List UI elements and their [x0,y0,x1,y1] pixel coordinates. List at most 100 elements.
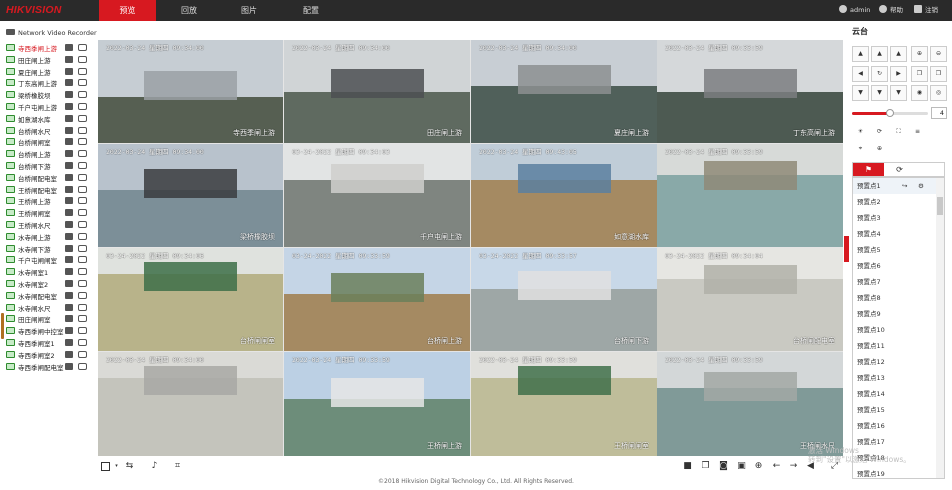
camera-item[interactable]: 田庄闸上游 [6,54,96,65]
record-toggle-icon[interactable] [65,256,73,264]
preset-item[interactable]: 预置点2 [853,194,937,210]
playback-toggle-icon[interactable] [78,280,87,287]
ptz-down-button[interactable]: ▼ [871,85,888,101]
record-toggle-icon[interactable] [65,185,73,193]
video-tile[interactable]: 2022-03-24 星期四 09:33:59 王桥闸水尺 [657,352,843,456]
record-toggle-icon[interactable] [65,362,73,370]
ptz-auto-button[interactable]: ↻ [871,66,888,82]
nav-picture[interactable]: 图片 [220,0,278,21]
record-toggle-icon[interactable] [65,91,73,99]
capture-all-icon[interactable]: ⌗ [173,462,182,471]
record-toggle-icon[interactable] [65,350,73,358]
video-tile[interactable]: 03-24-2022 星期四 09:34:06 台桥闸闸室 [98,248,283,351]
camera-item[interactable]: 台桥闸水尺 [6,125,96,136]
help-link[interactable]: 帮助 [879,0,903,21]
camera-item[interactable]: 田庄闸闸室 [6,313,96,324]
record-toggle-icon[interactable] [65,138,73,146]
record-toggle-icon[interactable] [65,173,73,181]
camera-item[interactable]: 水寺闸室2 [6,278,96,289]
playback-toggle-icon[interactable] [78,67,87,75]
camera-item[interactable]: 水寺闸上游 [6,231,96,242]
video-tile[interactable]: 2022-03-24 星期四 09:33:59 丁东高闸上游 [657,40,843,143]
preset-item[interactable]: 预置点14 [853,386,937,402]
ptz-down-left-button[interactable]: ▼ [852,85,869,101]
camera-item[interactable]: 千户屯闸上游 [6,101,96,112]
camera-item[interactable]: 台桥闸上游 [6,148,96,159]
preset-item[interactable]: 预置点3 [853,210,937,226]
camera-item[interactable]: 台桥闸下游 [6,160,96,171]
playback-toggle-icon[interactable] [78,162,87,169]
light-button[interactable]: ☀ [852,125,869,141]
ptz-up-left-button[interactable]: ▲ [852,46,869,62]
playback-toggle-icon[interactable] [78,315,87,323]
slider-knob[interactable] [886,109,894,117]
call-preset-icon[interactable]: ↪ [902,178,907,194]
camera-item[interactable]: 梁桥橡胶坝 [6,89,96,100]
tab-patrol[interactable]: ⟳ [884,163,915,176]
preset-item[interactable]: 预置点12 [853,354,937,370]
video-tile[interactable]: 2022-03-24 星期四 09:33:59 王桥闸闸室 [471,352,657,456]
playback-toggle-icon[interactable] [78,244,87,252]
preset-item[interactable]: 预置点10 [853,322,937,338]
preset-scrollbar[interactable] [936,178,944,478]
iris-open-button[interactable]: ◉ [911,85,928,101]
camera-item[interactable]: 夏庄闸上游 [6,66,96,77]
playback-toggle-icon[interactable] [78,291,87,299]
playback-toggle-icon[interactable] [78,350,87,358]
preset-item[interactable]: 预置点15 [853,402,937,418]
playback-toggle-icon[interactable] [78,103,87,110]
camera-item[interactable]: 台桥闸闸室 [6,136,96,147]
logout-link[interactable]: 注销 [914,0,938,21]
record-toggle-icon[interactable] [65,150,73,158]
ptz-up-right-button[interactable]: ▲ [890,46,907,62]
focus-assist-button[interactable]: ⛶ [890,125,907,141]
camera-item[interactable]: 水寺闸配电室 [6,290,96,301]
record-toggle-icon[interactable] [65,303,73,311]
playback-toggle-icon[interactable] [78,362,87,370]
lens-init-button[interactable]: ≡ [909,125,926,141]
stream-icon[interactable]: ⇆ [125,462,134,471]
record-toggle-icon[interactable] [65,268,73,276]
iris-close-button[interactable]: ◎ [930,85,947,101]
record-toggle-icon[interactable] [65,79,73,87]
zoom-out-button[interactable]: ⊖ [930,46,947,62]
playback-toggle-icon[interactable] [78,150,87,158]
camera-item[interactable]: 寺西季闸室2 [6,349,96,360]
camera-item[interactable]: 王桥闸配电室 [6,184,96,195]
record-toggle-icon[interactable] [65,114,73,122]
video-tile[interactable]: 2022-03-24 星期四 09:33:59 王桥闸上游 [284,352,470,456]
ptz-down-right-button[interactable]: ▼ [890,85,907,101]
playback-toggle-icon[interactable] [78,303,87,311]
camera-item[interactable]: 王桥闸上游 [6,195,96,206]
ptz-right-button[interactable]: ▶ [890,66,907,82]
record-icon[interactable]: ▣ [737,462,746,471]
playback-toggle-icon[interactable] [78,91,87,99]
nav-playback[interactable]: 回放 [160,0,218,21]
preset-item[interactable]: 预置点4 [853,226,937,242]
preset-item[interactable]: 预置点13 [853,370,937,386]
camera-item[interactable]: 水寺闸水尺 [6,302,96,313]
preset-item[interactable]: 预置点6 [853,258,937,274]
playback-toggle-icon[interactable] [78,339,87,346]
record-toggle-icon[interactable] [65,244,73,252]
tab-preset[interactable]: ⚑ [853,163,884,176]
camera-item[interactable]: 如意湖水库 [6,113,96,124]
ptz-speed-value[interactable]: 4 [931,107,947,119]
focus-far-button[interactable]: ❐ [930,66,947,82]
preset-item[interactable]: 预置点19 [853,466,937,478]
camera-item[interactable]: 王桥闸闸室 [6,207,96,218]
preset-item[interactable]: 预置点9 [853,306,937,322]
camera-item[interactable]: 王桥闸水尺 [6,219,96,230]
camera-item[interactable]: 寺西季闸中控室 [6,325,96,336]
video-tile[interactable]: 2022-03-24 星期四 09:43:05 如意湖水库 [471,144,657,247]
playback-toggle-icon[interactable] [78,79,87,87]
user-menu[interactable]: admin [839,0,870,21]
record-toggle-icon[interactable] [65,126,73,134]
window-layout-icon[interactable] [101,462,110,471]
video-tile[interactable]: 2022-03-24 星期四 09:34:00 夏庄闸上游 [471,40,657,143]
ptz-speed-slider[interactable] [852,109,928,117]
set-preset-icon[interactable]: ⚙ [918,178,924,194]
video-tile[interactable]: 2022-03-24 星期四 09:34:00 田庄闸上游 [284,40,470,143]
video-tile[interactable]: 2022-03-24 星期四 09:34:00 [98,352,283,456]
focus-near-button[interactable]: ❐ [911,66,928,82]
